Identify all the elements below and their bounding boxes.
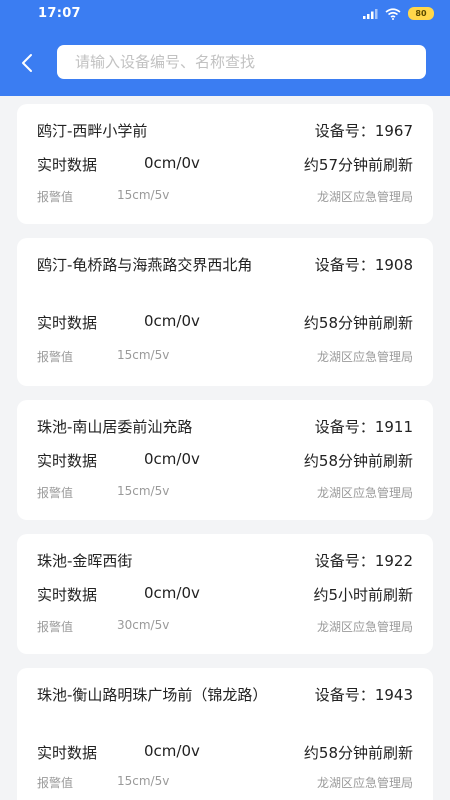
- alarm-label: 报警值: [37, 190, 74, 204]
- device-number: 设备号：1922: [315, 550, 413, 572]
- department: 龙湖区应急管理局: [316, 190, 413, 204]
- device-card[interactable]: 珠池-金晖西街 设备号：1922 实时数据 0cm/0v 约5小时前刷新 报警值…: [17, 534, 433, 654]
- status-bar: 17:07 80: [0, 0, 450, 30]
- department: 龙湖区应急管理局: [316, 620, 413, 634]
- device-number-label: 设备号：: [314, 418, 375, 436]
- device-card[interactable]: 鸥汀-龟桥路与海燕路交界西北角 设备号：1908 实时数据 0cm/0v 约58…: [17, 238, 433, 386]
- realtime-label: 实时数据: [37, 452, 98, 470]
- device-number: 设备号：1911: [315, 416, 413, 438]
- device-number-value: 1908: [374, 256, 413, 274]
- refresh-time: 约58分钟前刷新: [303, 744, 413, 762]
- status-time: 17:07: [38, 6, 81, 21]
- device-card[interactable]: 珠池-南山居委前汕充路 设备号：1911 实时数据 0cm/0v 约58分钟前刷…: [17, 400, 433, 520]
- alarm-label: 报警值: [37, 776, 74, 790]
- chevron-left-icon: [22, 54, 32, 72]
- device-number-label: 设备号：: [314, 686, 375, 704]
- device-number-label: 设备号：: [314, 122, 375, 140]
- refresh-time: 约58分钟前刷新: [303, 314, 413, 332]
- alarm-value: 15cm/5v: [117, 484, 170, 498]
- department: 龙湖区应急管理局: [316, 350, 413, 364]
- signal-icon: [363, 8, 378, 19]
- realtime-label: 实时数据: [37, 314, 98, 332]
- realtime-label: 实时数据: [37, 586, 98, 604]
- device-number-label: 设备号：: [314, 552, 375, 570]
- realtime-value: 0cm/0v: [144, 742, 200, 760]
- app-header: 17:07 80: [0, 0, 450, 96]
- realtime-label: 实时数据: [37, 744, 98, 762]
- device-number: 设备号：1967: [315, 120, 413, 142]
- device-card[interactable]: 珠池-衡山路明珠广场前（锦龙路） 设备号：1943 实时数据 0cm/0v 约5…: [17, 668, 433, 800]
- refresh-time: 约58分钟前刷新: [303, 452, 413, 470]
- realtime-value: 0cm/0v: [144, 154, 200, 172]
- alarm-label: 报警值: [37, 486, 74, 500]
- device-number: 设备号：1908: [315, 254, 413, 276]
- device-name: 珠池-衡山路明珠广场前（锦龙路）: [37, 686, 268, 704]
- search-input[interactable]: [57, 45, 426, 79]
- department: 龙湖区应急管理局: [316, 486, 413, 500]
- device-number-value: 1922: [374, 552, 413, 570]
- refresh-time: 约5小时前刷新: [313, 586, 413, 604]
- device-number-value: 1967: [374, 122, 413, 140]
- department: 龙湖区应急管理局: [316, 776, 413, 790]
- device-number-label: 设备号：: [314, 256, 375, 274]
- battery-icon: 80: [408, 7, 434, 20]
- alarm-label: 报警值: [37, 350, 74, 364]
- device-card[interactable]: 鸥汀-西畔小学前 设备号：1967 实时数据 0cm/0v 约57分钟前刷新 报…: [17, 104, 433, 224]
- realtime-label: 实时数据: [37, 156, 98, 174]
- status-icons: 80: [362, 7, 434, 20]
- realtime-value: 0cm/0v: [144, 450, 200, 468]
- refresh-time: 约57分钟前刷新: [303, 156, 413, 174]
- device-name: 鸥汀-龟桥路与海燕路交界西北角: [37, 256, 253, 274]
- device-number: 设备号：1943: [315, 684, 413, 706]
- realtime-value: 0cm/0v: [144, 584, 200, 602]
- realtime-value: 0cm/0v: [144, 312, 200, 330]
- alarm-value: 15cm/5v: [117, 188, 170, 202]
- alarm-value: 15cm/5v: [117, 348, 170, 362]
- device-list: 鸥汀-西畔小学前 设备号：1967 实时数据 0cm/0v 约57分钟前刷新 报…: [0, 96, 450, 800]
- alarm-value: 30cm/5v: [117, 618, 170, 632]
- alarm-value: 15cm/5v: [117, 774, 170, 788]
- device-number-value: 1943: [374, 686, 413, 704]
- wifi-icon: [385, 7, 401, 20]
- back-button[interactable]: [14, 50, 40, 76]
- device-number-value: 1911: [374, 418, 413, 436]
- alarm-label: 报警值: [37, 620, 74, 634]
